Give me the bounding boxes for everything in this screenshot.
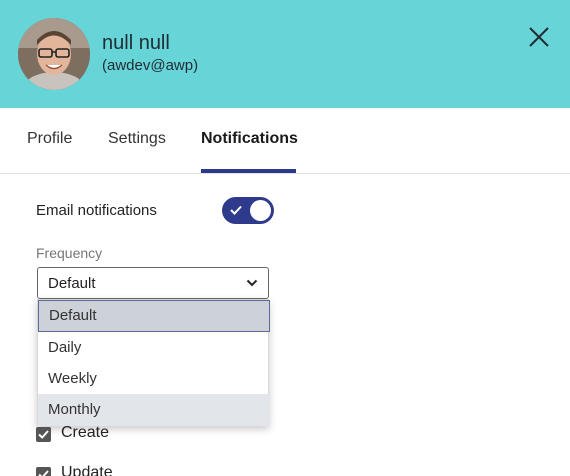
check-icon (38, 430, 49, 439)
user-handle: (awdev@awp) (102, 57, 199, 74)
email-notifications-label: Email notifications (36, 202, 157, 219)
option-label: Daily (48, 339, 82, 356)
frequency-label: Frequency (36, 245, 103, 261)
chevron-down-icon (246, 279, 258, 287)
tab-profile[interactable]: Profile (27, 130, 72, 148)
checkbox-update-label: Update (61, 464, 113, 476)
checkbox-box[interactable] (36, 467, 51, 476)
frequency-dropdown-list: Default Daily Weekly Monthly (37, 299, 270, 426)
checkbox-create-label: Create (61, 424, 110, 441)
frequency-option-weekly[interactable]: Weekly (38, 363, 270, 394)
tab-bar: Profile Settings Notifications (0, 108, 570, 174)
user-name: null null (102, 32, 170, 54)
tab-settings[interactable]: Settings (108, 130, 166, 148)
check-icon (38, 470, 49, 476)
active-tab-indicator (201, 169, 296, 173)
close-button[interactable] (526, 24, 552, 50)
frequency-selected-value: Default (48, 275, 96, 292)
email-notifications-toggle[interactable] (222, 197, 274, 224)
frequency-select[interactable]: Default (37, 267, 269, 299)
check-icon (230, 205, 242, 215)
profile-header: null null (awdev@awp) (0, 0, 570, 108)
close-icon (529, 27, 549, 47)
option-label: Monthly (48, 401, 101, 418)
frequency-option-daily[interactable]: Daily (38, 332, 270, 363)
avatar (18, 18, 90, 90)
option-label: Weekly (48, 370, 97, 387)
toggle-knob (250, 200, 271, 221)
checkbox-box[interactable] (36, 427, 51, 442)
option-label: Default (49, 307, 97, 324)
avatar-image (18, 18, 90, 90)
frequency-option-default[interactable]: Default (38, 300, 270, 332)
frequency-option-monthly[interactable]: Monthly (38, 394, 270, 426)
tab-notifications[interactable]: Notifications (201, 130, 298, 148)
